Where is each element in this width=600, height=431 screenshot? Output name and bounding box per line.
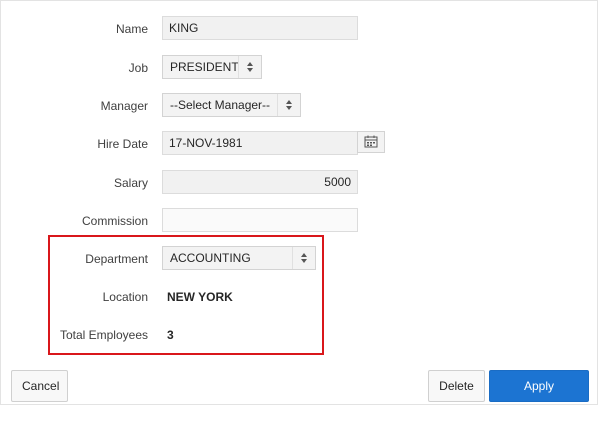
total-employees-value: 3 — [167, 328, 174, 342]
name-input[interactable]: KING — [162, 16, 358, 40]
select-arrows-icon — [292, 247, 315, 269]
department-select-value: ACCOUNTING — [170, 251, 251, 265]
date-picker-button[interactable] — [357, 131, 385, 153]
commission-label: Commission — [81, 214, 148, 228]
manager-select[interactable]: --Select Manager-- — [162, 93, 301, 117]
salary-label: Salary — [113, 176, 148, 190]
commission-input[interactable] — [162, 208, 358, 232]
total-employees-row: Total Employees 3 — [0, 322, 600, 348]
hire-date-input[interactable]: 17-NOV-1981 — [162, 131, 358, 155]
name-label: Name — [115, 22, 148, 36]
department-label: Department — [85, 252, 148, 266]
manager-row: Manager --Select Manager-- — [0, 93, 600, 119]
select-arrows-icon — [277, 94, 300, 116]
job-select-value: PRESIDENT — [170, 60, 239, 74]
hire-date-row: Hire Date 17-NOV-1981 — [0, 131, 600, 157]
salary-input[interactable]: 5000 — [162, 170, 358, 194]
delete-button[interactable]: Delete — [428, 370, 485, 402]
location-value: NEW YORK — [167, 290, 233, 304]
job-row: Job PRESIDENT — [0, 55, 600, 81]
cancel-button[interactable]: Cancel — [11, 370, 68, 402]
manager-label: Manager — [100, 99, 148, 113]
apply-changes-button[interactable]: Apply Changes — [489, 370, 589, 423]
salary-row: Salary 5000 — [0, 170, 600, 196]
job-label: Job — [128, 61, 148, 75]
department-select[interactable]: ACCOUNTING — [162, 246, 316, 270]
manager-select-value: --Select Manager-- — [170, 98, 271, 112]
location-row: Location NEW YORK — [0, 284, 600, 310]
location-label: Location — [102, 290, 148, 304]
hire-date-label: Hire Date — [97, 137, 148, 151]
name-row: Name KING — [0, 16, 600, 42]
department-row: Department ACCOUNTING — [0, 246, 600, 272]
calendar-icon — [364, 135, 378, 148]
commission-row: Commission — [0, 208, 600, 234]
total-employees-label: Total Employees — [59, 328, 148, 342]
job-select[interactable]: PRESIDENT — [162, 55, 262, 79]
select-arrows-icon — [238, 56, 261, 78]
